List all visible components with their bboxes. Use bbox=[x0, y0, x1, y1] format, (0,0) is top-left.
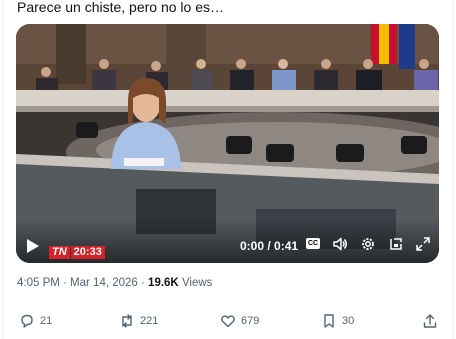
post-timestamp[interactable]: 4:05 PM · Mar 14, 2026 bbox=[17, 277, 138, 289]
metadata-separator: · bbox=[141, 277, 149, 289]
volume-icon bbox=[333, 237, 347, 251]
repost-count: 221 bbox=[140, 315, 159, 327]
timeline-border-left bbox=[2, 0, 3, 339]
bookmark-button[interactable]: 30 bbox=[321, 313, 354, 329]
bookmark-icon bbox=[324, 314, 334, 328]
bookmark-count: 30 bbox=[342, 315, 355, 327]
reply-count: 21 bbox=[40, 315, 53, 327]
like-count: 679 bbox=[241, 315, 260, 327]
reply-button[interactable]: 21 bbox=[19, 313, 52, 329]
video-player[interactable]: TN 20:33 0:00 / 0:41 CC bbox=[16, 24, 439, 263]
repost-icon bbox=[122, 314, 132, 328]
post-action-bar: 21 221 679 30 bbox=[0, 313, 456, 335]
dock-icon bbox=[390, 238, 402, 250]
broadcast-logo: TN bbox=[49, 246, 70, 259]
play-icon bbox=[27, 239, 39, 253]
post-text: Parece un chiste, pero no lo es… bbox=[17, 0, 225, 15]
fullscreen-button[interactable] bbox=[415, 236, 431, 252]
captions-icon: CC bbox=[307, 240, 319, 247]
broadcast-badge: TN 20:33 bbox=[49, 246, 105, 259]
broadcast-clock: 20:33 bbox=[70, 246, 105, 259]
captions-button[interactable]: CC bbox=[306, 238, 320, 249]
settings-button[interactable] bbox=[360, 236, 376, 252]
like-button[interactable]: 679 bbox=[220, 313, 259, 329]
volume-button[interactable] bbox=[332, 236, 348, 252]
video-timecode: 0:00 / 0:41 bbox=[240, 239, 299, 253]
views-label: Views bbox=[181, 277, 213, 289]
repost-button[interactable]: 221 bbox=[119, 313, 158, 329]
share-icon bbox=[423, 314, 437, 328]
post-metadata: 4:05 PM · Mar 14, 2026 · 19.6K Views bbox=[17, 277, 212, 289]
play-button[interactable] bbox=[24, 237, 42, 255]
share-button[interactable] bbox=[422, 313, 438, 329]
like-icon bbox=[221, 315, 235, 328]
timeline-border-right bbox=[453, 0, 454, 339]
views-count: 19.6K bbox=[148, 277, 179, 289]
dock-button[interactable] bbox=[388, 236, 404, 252]
reply-icon bbox=[21, 314, 33, 328]
fullscreen-icon bbox=[416, 237, 430, 251]
settings-gear-icon bbox=[362, 238, 374, 250]
